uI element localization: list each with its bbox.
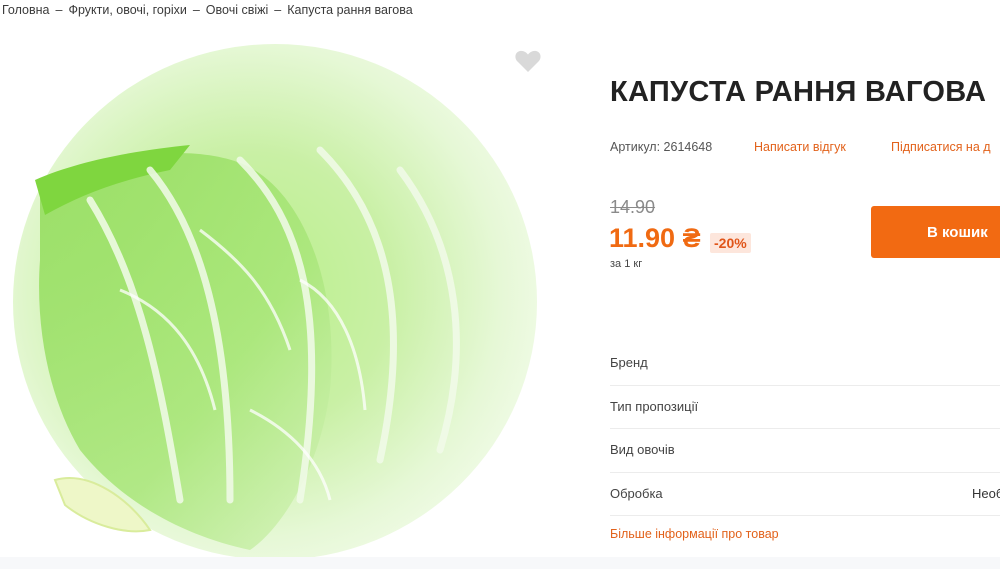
breadcrumb: Головна – Фрукти, овочі, горіхи – Овочі … xyxy=(2,1,413,19)
old-price: 14.90 xyxy=(610,197,656,217)
attribute-row-vegetable-kind: Вид овочів xyxy=(610,429,1000,473)
current-price: 11.90 ₴ xyxy=(609,223,701,253)
attribute-label: Обробка xyxy=(610,485,663,501)
add-to-cart-button[interactable]: В кошик xyxy=(871,206,1000,258)
breadcrumb-vegetables[interactable]: Овочі свіжі xyxy=(206,3,268,17)
cabbage-image[interactable] xyxy=(0,30,560,565)
product-title: КАПУСТА РАННЯ ВАГОВА xyxy=(610,76,987,108)
attributes-table: Бренд Тип пропозиції Вид овочів Обробка … xyxy=(610,342,1000,516)
attribute-label: Бренд xyxy=(610,355,648,370)
breadcrumb-separator: – xyxy=(55,3,63,17)
attribute-label: Тип пропозиції xyxy=(610,398,699,414)
heart-icon[interactable] xyxy=(514,48,542,74)
attribute-row-brand: Бренд xyxy=(610,342,1000,386)
attribute-row-processing: Обробка Необ xyxy=(610,473,1000,516)
discount-badge: -20% xyxy=(710,233,751,253)
product-sku: Артикул: 2614648 xyxy=(610,140,713,154)
attribute-row-offer-type: Тип пропозиції xyxy=(610,386,1000,429)
attribute-value: Необ xyxy=(972,485,1000,501)
price-unit: за 1 кг xyxy=(610,258,643,270)
breadcrumb-current: Капуста рання вагова xyxy=(287,3,413,17)
product-gallery xyxy=(0,30,560,565)
more-info-link[interactable]: Більше інформації про товар xyxy=(610,527,779,541)
write-review-link[interactable]: Написати відгук xyxy=(754,140,846,154)
attribute-label: Вид овочів xyxy=(610,442,675,457)
subscribe-link[interactable]: Підписатися на д xyxy=(891,140,991,154)
breadcrumb-home[interactable]: Головна xyxy=(2,3,50,17)
footer-strip xyxy=(0,557,1000,569)
breadcrumb-fruits[interactable]: Фрукти, овочі, горіхи xyxy=(68,3,186,17)
breadcrumb-separator: – xyxy=(192,3,200,17)
breadcrumb-separator: – xyxy=(274,3,282,17)
